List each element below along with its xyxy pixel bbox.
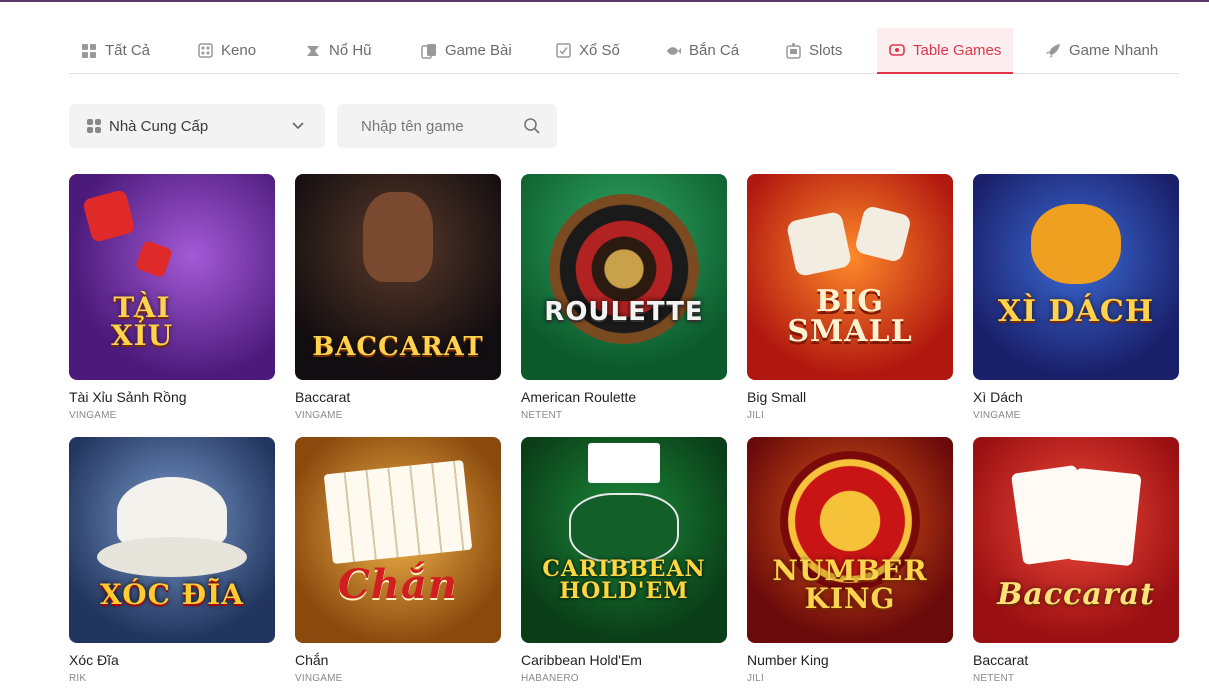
game-provider: VINGAME: [295, 673, 343, 684]
tab-keno[interactable]: Keno: [185, 28, 268, 73]
game-name: Chắn: [295, 652, 329, 668]
spades-art: [569, 493, 679, 563]
tab-quick-games[interactable]: Game Nhanh: [1033, 28, 1170, 73]
table-games-icon: [889, 42, 905, 58]
game-provider: VINGAME: [69, 410, 117, 421]
game-card[interactable]: Chắn Chắn VINGAME: [295, 437, 501, 684]
tab-slots[interactable]: Slots: [773, 28, 854, 73]
jackpot-icon: [305, 43, 321, 59]
tab-fishing[interactable]: Bắn Cá: [653, 28, 751, 73]
search-icon[interactable]: [523, 117, 541, 140]
game-search: [337, 104, 557, 148]
game-name: Tài Xỉu Sảnh Rồng: [69, 389, 187, 405]
game-thumbnail[interactable]: CARIBBEAN HOLD'EM: [521, 437, 727, 643]
game-card[interactable]: ROULETTE American Roulette NETENT: [521, 174, 727, 421]
keno-icon: [197, 43, 213, 59]
tab-label: Table Games: [913, 41, 1002, 59]
nine-card-art: [1066, 467, 1142, 567]
tab-table-games[interactable]: Table Games: [877, 28, 1014, 74]
tab-label: Nổ Hũ: [329, 42, 372, 59]
dice-art: [853, 204, 913, 264]
game-provider: JILI: [747, 410, 764, 421]
game-name: American Roulette: [521, 389, 637, 405]
game-provider: RIK: [69, 673, 87, 684]
game-art-title: CARIBBEAN HOLD'EM: [542, 556, 706, 604]
game-provider: VINGAME: [295, 410, 343, 421]
dice-art: [785, 210, 853, 278]
game-card[interactable]: XÌ DÁCH Xì Dách VINGAME: [973, 174, 1179, 421]
game-name: Xóc Đĩa: [69, 652, 119, 668]
tab-all[interactable]: Tất Cả: [69, 28, 162, 73]
game-card[interactable]: BIG SMALL Big Small JILI: [747, 174, 953, 421]
game-name: Xì Dách: [973, 389, 1023, 405]
lottery-icon: [555, 43, 571, 59]
game-card[interactable]: NUMBER KING Number King JILI: [747, 437, 953, 684]
game-name: Big Small: [747, 389, 807, 405]
cards-icon: [421, 43, 437, 59]
game-art-title: Chắn: [338, 561, 458, 608]
provider-dropdown-label: Nhà Cung Cấp: [109, 117, 209, 135]
game-thumbnail[interactable]: NUMBER KING: [747, 437, 953, 643]
tab-lottery[interactable]: Xổ Số: [543, 28, 632, 73]
tab-label: Slots: [809, 42, 843, 59]
playing-cards-art: [588, 443, 660, 483]
rocket-icon: [1045, 43, 1061, 59]
game-card[interactable]: BACCARAT Baccarat VINGAME: [295, 174, 501, 421]
tab-label: Xổ Số: [579, 42, 620, 59]
game-thumbnail[interactable]: ROULETTE: [521, 174, 727, 380]
dealer-art: [363, 192, 433, 282]
game-name: Number King: [747, 652, 829, 668]
tab-jackpot[interactable]: Nổ Hũ: [293, 28, 384, 73]
game-art-title: XÌ DÁCH: [997, 294, 1155, 329]
game-provider: HABANERO: [521, 673, 579, 684]
game-art-title: NUMBER KING: [772, 554, 928, 615]
category-tabs: Tất Cả Keno Nổ Hũ Game Bài Xổ Số Bắn Cá: [69, 28, 1179, 74]
game-art-title: BACCARAT: [312, 332, 484, 362]
dice-art: [134, 239, 174, 279]
game-thumbnail[interactable]: Chắn: [295, 437, 501, 643]
tab-label: Keno: [221, 42, 257, 59]
tab-card-games[interactable]: Game Bài: [409, 28, 524, 73]
mascot-art: [1031, 204, 1121, 284]
top-border: [0, 0, 1209, 2]
game-card[interactable]: Baccarat Baccarat NETENT: [973, 437, 1179, 684]
chevron-down-icon: [291, 118, 305, 136]
tab-label: Game Nhanh: [1069, 42, 1159, 59]
game-art-title: BIG SMALL: [787, 284, 913, 349]
game-name: Baccarat: [295, 389, 351, 405]
game-thumbnail[interactable]: BIG SMALL: [747, 174, 953, 380]
game-provider: VINGAME: [973, 410, 1021, 421]
fish-icon: [665, 43, 681, 59]
game-art-title: Baccarat: [997, 577, 1155, 612]
game-card[interactable]: TÀI XỈU Tài Xỉu Sảnh Rồng VINGAME: [69, 174, 275, 421]
dice-art: [82, 189, 136, 243]
game-name: Baccarat: [973, 652, 1029, 668]
game-thumbnail[interactable]: TÀI XỈU: [69, 174, 275, 380]
game-name: Caribbean Hold'Em: [521, 652, 642, 668]
game-art-title: ROULETTE: [544, 297, 704, 327]
game-provider: JILI: [747, 673, 764, 684]
search-input[interactable]: [361, 117, 511, 135]
game-thumbnail[interactable]: Baccarat: [973, 437, 1179, 643]
game-thumbnail[interactable]: BACCARAT: [295, 174, 501, 380]
tab-label: Game Bài: [445, 42, 512, 59]
game-thumbnail[interactable]: XÌ DÁCH: [973, 174, 1179, 380]
game-provider: NETENT: [973, 673, 1015, 684]
game-card[interactable]: XÓC ĐĨA Xóc Đĩa RIK: [69, 437, 275, 684]
game-provider: NETENT: [521, 410, 563, 421]
cards-fan-art: [323, 459, 473, 565]
tab-label: Bắn Cá: [689, 42, 740, 59]
game-art-title: TÀI XỈU: [110, 291, 174, 352]
tab-label: Tất Cả: [105, 42, 151, 59]
game-thumbnail[interactable]: XÓC ĐĨA: [69, 437, 275, 643]
game-art-title: XÓC ĐĨA: [100, 578, 244, 611]
plate-art: [97, 537, 247, 577]
game-card[interactable]: CARIBBEAN HOLD'EM Caribbean Hold'Em HABA…: [521, 437, 727, 684]
grid-icon: [87, 119, 101, 133]
provider-dropdown[interactable]: Nhà Cung Cấp: [69, 104, 325, 148]
grid-icon: [81, 43, 97, 59]
slots-icon: [785, 42, 801, 59]
